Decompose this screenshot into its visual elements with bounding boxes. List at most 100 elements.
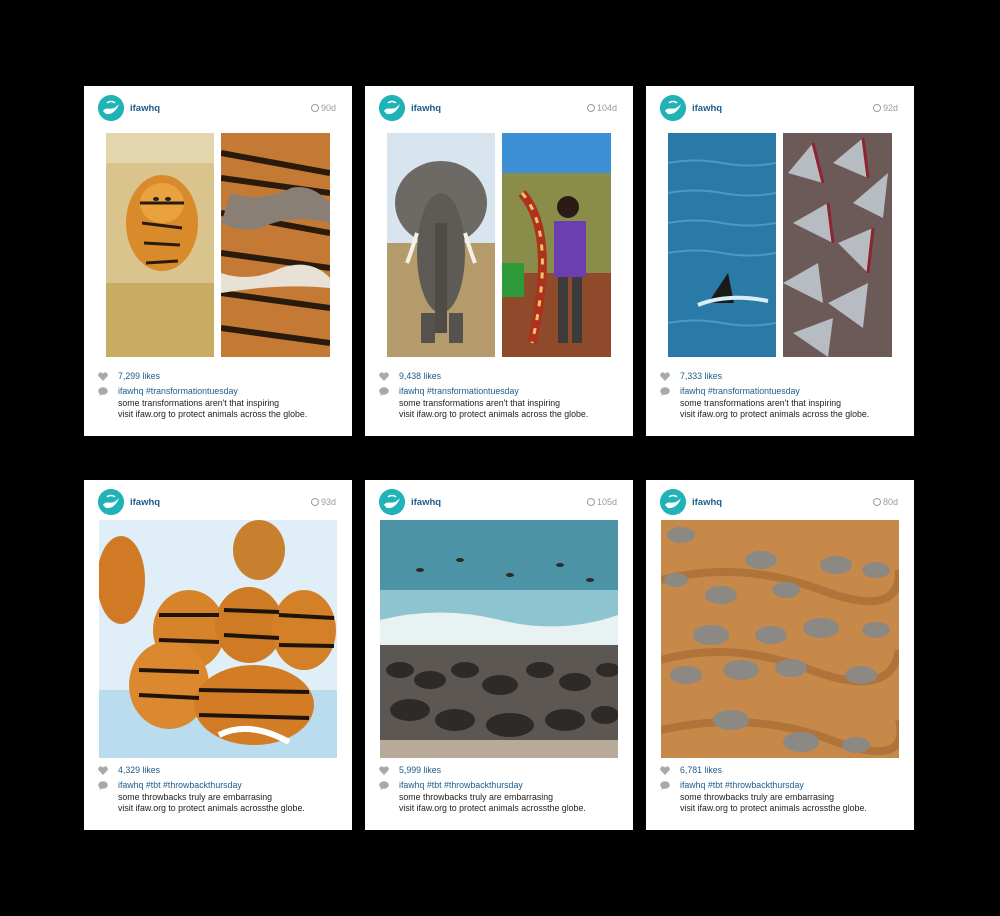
post-age-label: 92d [882,103,898,113]
caption-line-1: some throwbacks truly are embarrasing [680,792,835,802]
post-card: ifawhq 93d 4,329 likes ifawhq #tbt #thro… [84,480,352,830]
comment-icon[interactable] [379,387,389,396]
likes-count[interactable]: 5,999 likes [399,763,441,777]
caption-line-1: some throwbacks truly are embarrasing [399,792,554,802]
post-header: ifawhq 92d [660,95,900,123]
likes-count[interactable]: 9,438 likes [399,369,441,383]
post-card: ifawhq 90d 7,299 likes ifawhq #transform… [84,86,352,436]
likes-count[interactable]: 7,299 likes [118,369,160,383]
caption-hashtags[interactable]: #tbt #throwbackthursday [427,780,523,790]
caption-hashtags[interactable]: #tbt #throwbackthursday [146,780,242,790]
shark-fins-pile-photo [783,133,892,357]
seal-colony-photo [380,520,618,758]
ivory-tusk-photo [502,133,611,357]
heart-icon[interactable] [379,766,389,775]
caption-hashtags[interactable]: #transformationtuesday [146,386,238,396]
clock-icon [872,498,881,506]
post-card: ifawhq 80d 6,781 likes ifawhq #tbt #thro… [646,480,914,830]
post-photo[interactable] [106,133,330,357]
post-username[interactable]: ifawhq [130,497,160,508]
caption-line-2: visit ifaw.org to protect animals across… [399,803,586,813]
post-header: ifawhq 105d [379,489,619,517]
comment-icon[interactable] [98,387,108,396]
caption-line-2: visit ifaw.org to protect animals across… [680,409,870,419]
heart-icon[interactable] [660,766,670,775]
post-age: 92d [872,103,898,113]
post-card: ifawhq 104d 9,438 likes ifawhq #transfor… [365,86,633,436]
heart-icon[interactable] [379,372,389,381]
caption-line-1: some throwbacks truly are embarrasing [118,792,273,802]
comment-icon[interactable] [660,781,670,790]
caption-line-2: visit ifaw.org to protect animals across… [118,803,305,813]
caption-username[interactable]: ifawhq [680,386,705,396]
post-username[interactable]: ifawhq [130,103,160,114]
likes-count[interactable]: 4,329 likes [118,763,160,777]
elephant-photo [387,133,495,357]
post-photo[interactable] [380,520,618,758]
post-photo[interactable] [661,520,899,758]
clock-icon [586,498,595,506]
ifaw-logo-avatar[interactable] [660,489,686,515]
ifaw-logo-avatar[interactable] [98,95,124,121]
caption-hashtags[interactable]: #tbt #throwbackthursday [708,780,804,790]
post-header: ifawhq 93d [98,489,338,517]
tiger-pelts-photo [221,133,330,357]
post-meta: 9,438 likes ifawhq #transformationtuesda… [379,369,619,420]
comment-icon[interactable] [98,781,108,790]
clock-icon [586,104,595,112]
post-username[interactable]: ifawhq [692,103,722,114]
likes-count[interactable]: 6,781 likes [680,763,722,777]
post-age-label: 80d [882,497,898,507]
post-photo[interactable] [99,520,337,758]
ifaw-logo-avatar[interactable] [98,489,124,515]
post-meta: 7,333 likes ifawhq #transformationtuesda… [660,369,900,420]
ifaw-logo-avatar[interactable] [379,489,405,515]
clock-icon [872,104,881,112]
post-meta: 7,299 likes ifawhq #transformationtuesda… [98,369,338,420]
post-meta: 5,999 likes ifawhq #tbt #throwbackthursd… [379,763,619,814]
comment-icon[interactable] [660,387,670,396]
caption-username[interactable]: ifawhq [680,780,705,790]
shark-fin-ocean-photo [668,133,776,357]
post-age-label: 90d [320,103,336,113]
post-age: 90d [310,103,336,113]
post-photo[interactable] [387,133,611,357]
caption-username[interactable]: ifawhq [399,386,424,396]
caption-line-2: visit ifaw.org to protect animals across… [118,409,308,419]
caption-line-2: visit ifaw.org to protect animals across… [680,803,867,813]
heart-icon[interactable] [98,372,108,381]
caption-username[interactable]: ifawhq [118,780,143,790]
likes-count[interactable]: 7,333 likes [680,369,722,383]
post-meta: 6,781 likes ifawhq #tbt #throwbackthursd… [660,763,900,814]
post-meta: 4,329 likes ifawhq #tbt #throwbackthursd… [98,763,338,814]
post-age-label: 104d [596,103,617,113]
caption-line-1: some transformations aren't that inspiri… [399,398,561,408]
heart-icon[interactable] [660,372,670,381]
ifaw-logo-avatar[interactable] [379,95,405,121]
post-age: 93d [310,497,336,507]
caption-username[interactable]: ifawhq [399,780,424,790]
caption-hashtags[interactable]: #transformationtuesday [427,386,519,396]
post-username[interactable]: ifawhq [411,103,441,114]
post-header: ifawhq 104d [379,95,619,123]
post-photo[interactable] [668,133,892,357]
post-age: 80d [872,497,898,507]
post-username[interactable]: ifawhq [411,497,441,508]
caption-line-1: some transformations aren't that inspiri… [680,398,842,408]
post-card: ifawhq 92d 7,333 likes ifawhq #transform… [646,86,914,436]
post-header: ifawhq 90d [98,95,338,123]
post-age-label: 105d [596,497,617,507]
comment-icon[interactable] [379,781,389,790]
heart-icon[interactable] [98,766,108,775]
ifaw-logo-avatar[interactable] [660,95,686,121]
caption-hashtags[interactable]: #transformationtuesday [708,386,800,396]
caption-line-2: visit ifaw.org to protect animals across… [399,409,589,419]
caption-username[interactable]: ifawhq [118,386,143,396]
elephant-herd-aerial-photo [661,520,899,758]
post-age-label: 93d [320,497,336,507]
post-age: 104d [586,103,617,113]
clock-icon [310,498,319,506]
post-username[interactable]: ifawhq [692,497,722,508]
post-header: ifawhq 80d [660,489,900,517]
tiger-in-grass-photo [106,133,214,357]
